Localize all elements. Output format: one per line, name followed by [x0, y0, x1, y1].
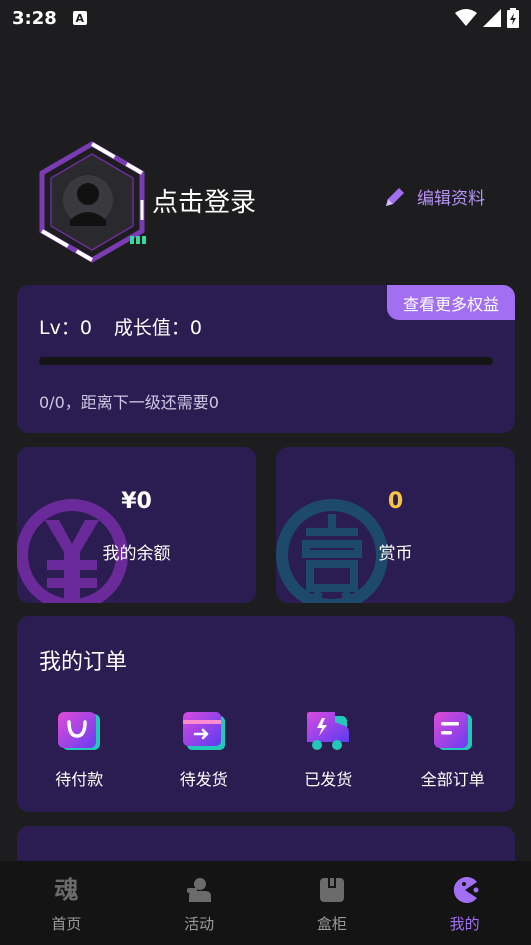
home-icon: 魂	[54, 876, 79, 904]
list-icon	[433, 712, 472, 750]
orders-title: 我的订单	[39, 650, 128, 675]
notification-icon: A	[72, 11, 87, 25]
level-card: 查看更多权益 Lv：0 成长值：0 0/0，距离下一级还需要0	[17, 285, 515, 433]
tab-activity-label: 活动	[184, 915, 215, 933]
status-time: 3:28	[12, 7, 57, 29]
orders-row: 待付款 待发货 已发货 全部订单	[17, 710, 515, 790]
edit-profile-button[interactable]: 编辑资料	[383, 184, 485, 209]
order-all-label: 全部订单	[420, 770, 485, 789]
avatar[interactable]	[30, 140, 154, 264]
coins-value: 0	[387, 489, 404, 514]
tab-activity[interactable]: 活动	[133, 861, 266, 945]
order-pending-payment-label: 待付款	[55, 770, 104, 789]
view-benefits-button[interactable]: 查看更多权益	[387, 285, 515, 320]
coins-card[interactable]: 0 赏币	[276, 447, 515, 603]
order-pending-payment[interactable]: 待付款	[17, 710, 142, 790]
my-orders-card: 我的订单 待付款 待发货 已发货 全部订单	[17, 616, 515, 812]
tab-home-label: 首页	[51, 915, 82, 933]
bottom-tab-bar: 魂 首页 活动 盒柜 我的	[0, 861, 531, 945]
level-info: Lv：0 成长值：0	[39, 313, 224, 340]
status-icons	[455, 8, 519, 28]
truck-icon	[307, 712, 350, 750]
balance-label: 我的余额	[102, 544, 171, 564]
balance-value: ¥0	[121, 489, 152, 514]
pencil-icon	[386, 187, 404, 206]
activity-icon	[184, 875, 214, 905]
status-bar: 3:28 A	[0, 0, 531, 36]
order-all[interactable]: 全部订单	[391, 710, 516, 790]
wifi-icon	[455, 9, 477, 26]
next-level-text: 0/0，距离下一级还需要0	[39, 393, 219, 412]
tab-home[interactable]: 魂 首页	[0, 861, 133, 945]
box-arrow-icon	[182, 712, 225, 750]
profile-header: 点击登录 编辑资料	[0, 130, 531, 270]
pacman-icon	[450, 875, 480, 905]
edit-profile-label: 编辑资料	[417, 189, 485, 209]
balance-card[interactable]: ¥0 我的余额	[17, 447, 256, 603]
battery-icon	[507, 8, 519, 28]
order-shipped[interactable]: 已发货	[266, 710, 391, 790]
level-progress-bar	[39, 357, 493, 365]
coins-label: 赏币	[378, 544, 413, 564]
tab-mine-label: 我的	[449, 915, 480, 933]
tab-mine[interactable]: 我的	[398, 861, 531, 945]
order-pending-shipment[interactable]: 待发货	[142, 710, 267, 790]
order-shipped-label: 已发货	[304, 770, 353, 789]
signal-icon	[483, 9, 501, 27]
tab-cabinet[interactable]: 盒柜	[266, 861, 399, 945]
shopping-bag-icon	[58, 712, 101, 750]
growth-value: 成长值：0	[113, 317, 203, 339]
login-link[interactable]: 点击登录	[152, 182, 256, 219]
cabinet-icon	[317, 875, 347, 905]
order-pending-shipment-label: 待发货	[179, 770, 228, 789]
tab-cabinet-label: 盒柜	[316, 915, 347, 933]
level-value: Lv：0	[39, 317, 92, 339]
